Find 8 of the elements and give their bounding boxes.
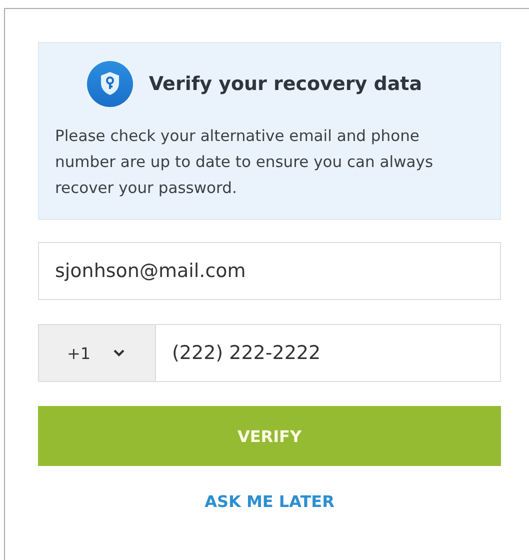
- shield-key-icon: [86, 61, 133, 107]
- phone-field[interactable]: (222) 222-2222: [155, 324, 501, 382]
- ask-later-link[interactable]: ASK ME LATER: [204, 492, 334, 511]
- country-code-dropdown[interactable]: +1: [38, 324, 155, 382]
- notice-message: Please check your alternative email and phone number are up to date to ensure you can always recover your password.: [55, 126, 434, 199]
- email-field[interactable]: sjonhson@mail.com: [38, 242, 501, 300]
- chevron-down-icon: [112, 349, 125, 357]
- notice-title: Verify your recovery data: [148, 73, 422, 95]
